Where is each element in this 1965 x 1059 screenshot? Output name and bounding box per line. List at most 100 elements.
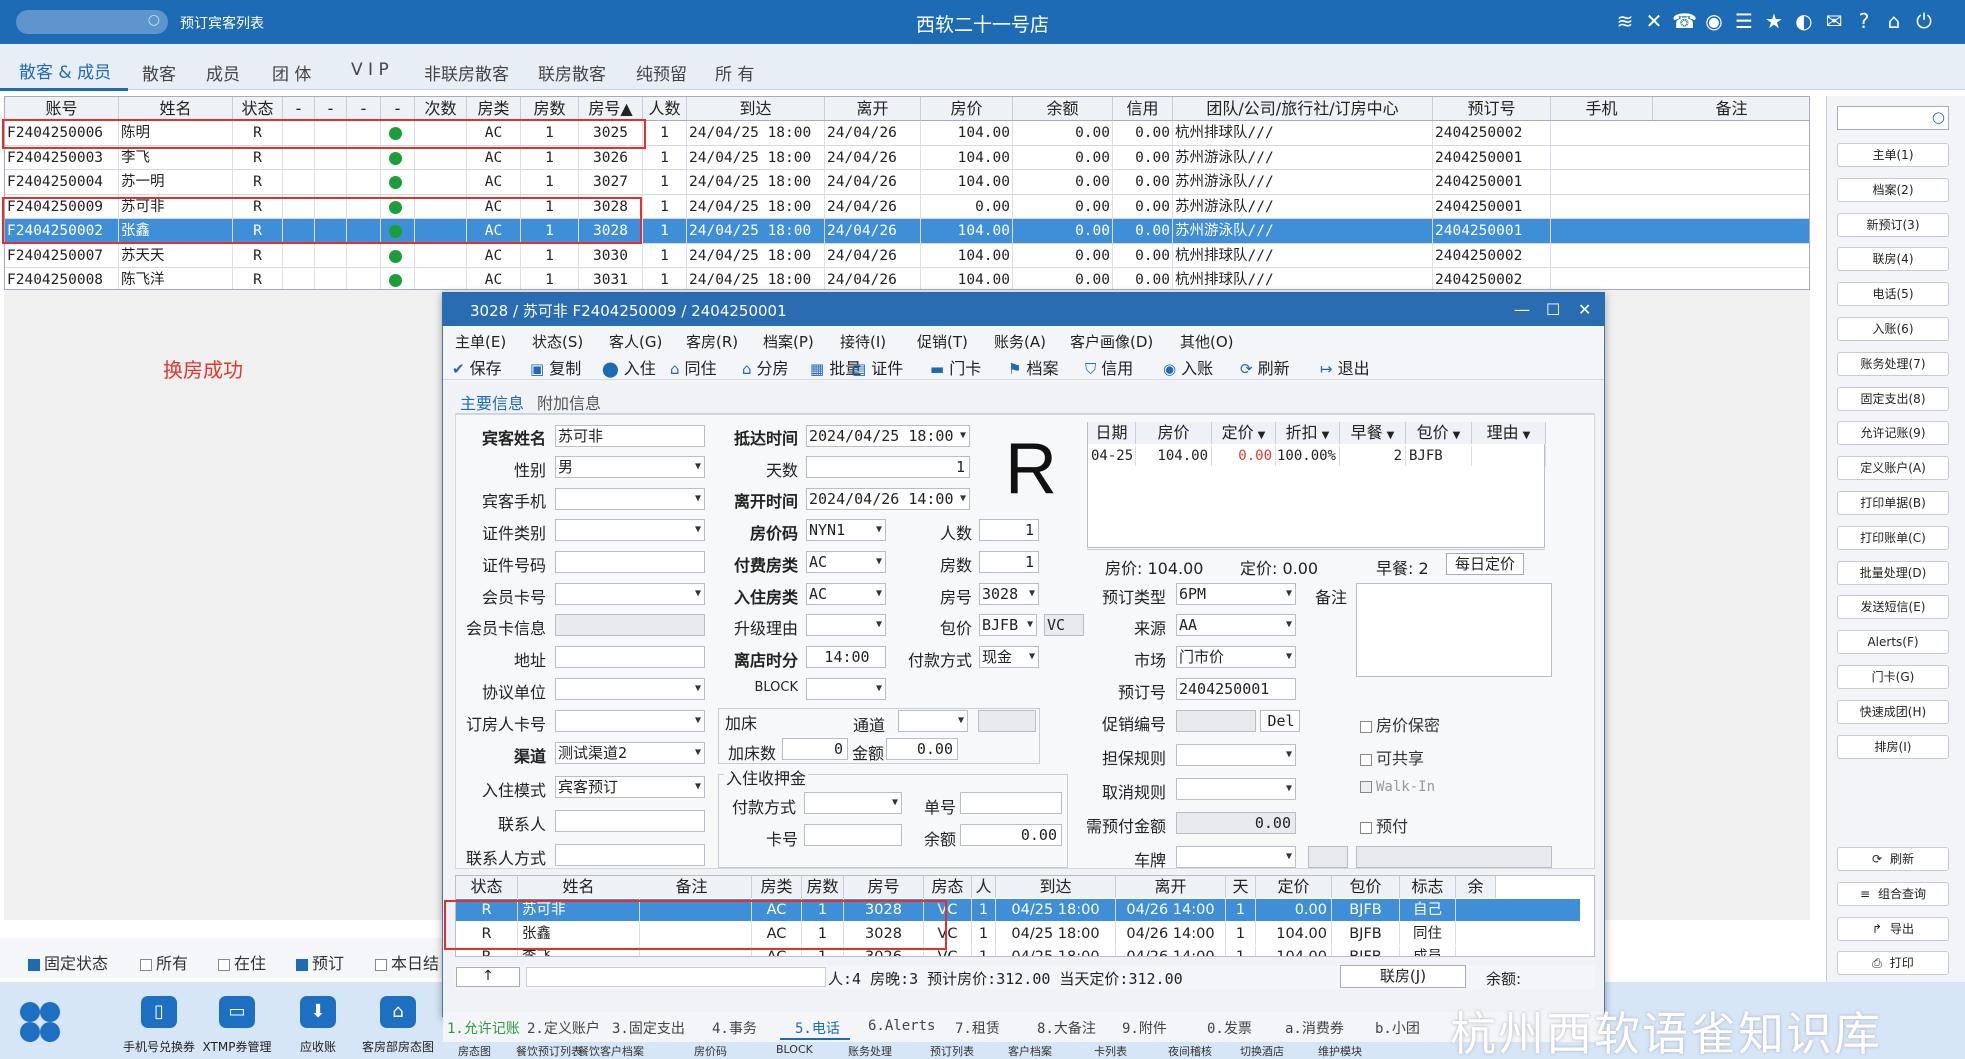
action-button[interactable]: 打印单据(B) — [1837, 491, 1949, 515]
tab-linked[interactable]: 联房散客 — [538, 60, 606, 85]
tab-walkin[interactable]: 散客 — [142, 60, 176, 85]
col-status[interactable]: 状态 — [233, 97, 283, 121]
rate-col-header[interactable]: 定价 ▼ — [1212, 422, 1276, 444]
col-mobile[interactable]: 手机 — [1551, 97, 1653, 121]
gender-select[interactable]: 男 ▼ — [555, 456, 705, 478]
cancel-rule-select[interactable]: ▼ — [1176, 778, 1296, 800]
bottom-tab[interactable]: 8.大备注 — [1037, 1018, 1096, 1038]
idno-field[interactable] — [555, 551, 705, 573]
chevron-down-icon[interactable]: ▼ — [960, 489, 966, 509]
room-list-col-header[interactable]: 定价 — [1256, 876, 1332, 898]
guest-name-field[interactable]: 苏可非 — [555, 425, 705, 447]
market-select[interactable]: 门市价 ▼ — [1176, 646, 1296, 668]
chevron-down-icon[interactable]: ▼ — [695, 520, 701, 540]
menu-item[interactable]: 状态(S) — [532, 331, 583, 352]
payroom-select[interactable]: AC ▼ — [806, 551, 886, 573]
action-button[interactable]: 打印账单(C) — [1837, 525, 1949, 550]
persons-field[interactable]: 1 — [979, 519, 1039, 541]
docno-field[interactable] — [960, 792, 1062, 814]
chevron-down-icon[interactable]: ▼ — [695, 679, 701, 699]
col-name[interactable]: 姓名 — [119, 97, 233, 121]
col-credit[interactable]: 信用 — [1113, 97, 1173, 121]
action-button[interactable]: 快速成团(H) — [1837, 699, 1949, 724]
bottom-tab[interactable]: 3.固定支出 — [612, 1018, 685, 1038]
check-prepaid[interactable]: 预付 — [1360, 813, 1408, 837]
room-list-col-header[interactable]: 备注 — [632, 876, 752, 898]
days-field[interactable]: 1 — [806, 456, 970, 478]
menu-item[interactable]: 账务(A) — [994, 331, 1046, 352]
chevron-down-icon[interactable]: ▼ — [695, 489, 701, 509]
daily-rate-button[interactable]: 每日定价 — [1446, 553, 1524, 575]
filter-fixed-status[interactable]: 固定状态 — [28, 950, 108, 974]
menu-item[interactable]: 接待(I) — [840, 331, 886, 352]
table-row[interactable]: F2404250004 苏一明 R AC 1 3027 1 24/04/25 18:00 24/… — [5, 170, 1809, 195]
col-bookno[interactable]: 预订号 — [1433, 97, 1551, 121]
power-icon[interactable]: ⏻ — [1912, 9, 1936, 33]
booker-select[interactable]: ▼ — [555, 710, 705, 732]
menu-icon[interactable]: ☰ — [1732, 9, 1756, 33]
checkbox-icon[interactable] — [218, 958, 230, 971]
menu-item[interactable]: 促销(T) — [917, 331, 968, 352]
rate-col-header[interactable]: 折扣 ▼ — [1276, 422, 1340, 444]
action-button[interactable]: 允许记账(9) — [1837, 421, 1949, 446]
room-list-filter-field[interactable] — [526, 967, 826, 987]
booktype-select[interactable]: 6PM ▼ — [1176, 583, 1296, 605]
exit-button[interactable]: ↦ 退出 — [1320, 355, 1370, 379]
member-select[interactable]: ▼ — [555, 583, 705, 605]
chevron-down-icon[interactable]: ▼ — [1523, 430, 1531, 441]
chevron-down-icon[interactable]: ▼ — [1286, 615, 1292, 635]
room-list-col-header[interactable]: 房数 — [802, 876, 844, 898]
col-flag1[interactable]: - — [283, 97, 315, 121]
action-button[interactable]: 新预订(3) — [1837, 212, 1949, 237]
col-times[interactable]: 次数 — [415, 97, 467, 121]
col-flag2[interactable]: - — [315, 97, 347, 121]
action-button[interactable]: 批量处理(D) — [1837, 560, 1949, 585]
filter-reserved[interactable]: 预订 — [296, 950, 344, 974]
menu-item[interactable]: 客人(G) — [609, 331, 662, 352]
action-button[interactable]: ≡ 组合查询 — [1837, 881, 1949, 906]
source-select[interactable]: AA ▼ — [1176, 614, 1296, 636]
room-list-col-header[interactable]: 状态 — [456, 876, 518, 898]
checkin-button[interactable]: ⬤ 入住 — [602, 355, 656, 379]
room-list-col-header[interactable]: 房态 — [924, 876, 972, 898]
chevron-down-icon[interactable]: ▼ — [1286, 647, 1292, 667]
action-button[interactable]: 联房(4) — [1837, 247, 1949, 272]
profile-button[interactable]: ⚑ 档案 — [1008, 355, 1058, 379]
lane-select[interactable]: ▼ — [898, 710, 968, 732]
chevron-down-icon[interactable]: ▼ — [876, 584, 882, 604]
phone-icon[interactable]: ☎ — [1672, 9, 1697, 33]
checkbox-icon[interactable] — [1360, 753, 1372, 766]
table-row[interactable]: F2404250008 陈飞洋 R AC 1 3031 1 24/04/25 18:00 24/… — [5, 268, 1809, 289]
contactway-field[interactable] — [555, 844, 705, 866]
col-flag4[interactable]: - — [381, 97, 415, 121]
idtype-select[interactable]: ▼ — [555, 519, 705, 541]
close-icon[interactable]: ✕ — [1578, 300, 1591, 319]
chevron-down-icon[interactable]: ▼ — [1286, 847, 1292, 867]
checkbox-icon[interactable] — [140, 958, 152, 971]
checkbox-icon[interactable] — [28, 958, 40, 971]
chevron-down-icon[interactable]: ▼ — [695, 457, 701, 477]
rate-col-header[interactable]: 理由 ▼ — [1472, 422, 1546, 444]
checkbox-icon[interactable] — [1360, 720, 1372, 733]
sort-up-icon[interactable]: ↑ — [456, 967, 520, 987]
col-group[interactable]: 团队/公司/旅行社/订房中心 — [1173, 97, 1433, 121]
bottom-tab[interactable]: 0.发票 — [1207, 1018, 1252, 1038]
contact-field[interactable] — [555, 810, 705, 832]
bottom-tab[interactable]: 2.定义账户 — [527, 1018, 600, 1038]
guest-phone-select[interactable]: ▼ — [555, 488, 705, 510]
home-icon[interactable]: ⌂ — [1882, 9, 1906, 33]
leavetime-field[interactable]: 14:00 — [806, 646, 886, 668]
chevron-down-icon[interactable]: ▼ — [1286, 745, 1292, 765]
action-button[interactable]: 档案(2) — [1837, 177, 1949, 202]
app-logo-icon[interactable] — [18, 1000, 62, 1044]
chevron-down-icon[interactable]: ▼ — [876, 615, 882, 635]
chevron-down-icon[interactable]: ▼ — [876, 552, 882, 572]
theme-icon[interactable]: ◐ — [1792, 9, 1816, 33]
col-roomcount[interactable]: 房数 — [521, 97, 579, 121]
bottom-tab[interactable]: a.消费券 — [1285, 1018, 1344, 1038]
post-button[interactable]: ◉ 入账 — [1163, 355, 1213, 379]
address-field[interactable] — [555, 646, 705, 668]
tab-reserved[interactable]: 纯预留 — [636, 60, 687, 85]
search-icon[interactable]: ○ — [1932, 108, 1945, 126]
rate-col-header[interactable]: 包价 ▼ — [1406, 422, 1472, 444]
